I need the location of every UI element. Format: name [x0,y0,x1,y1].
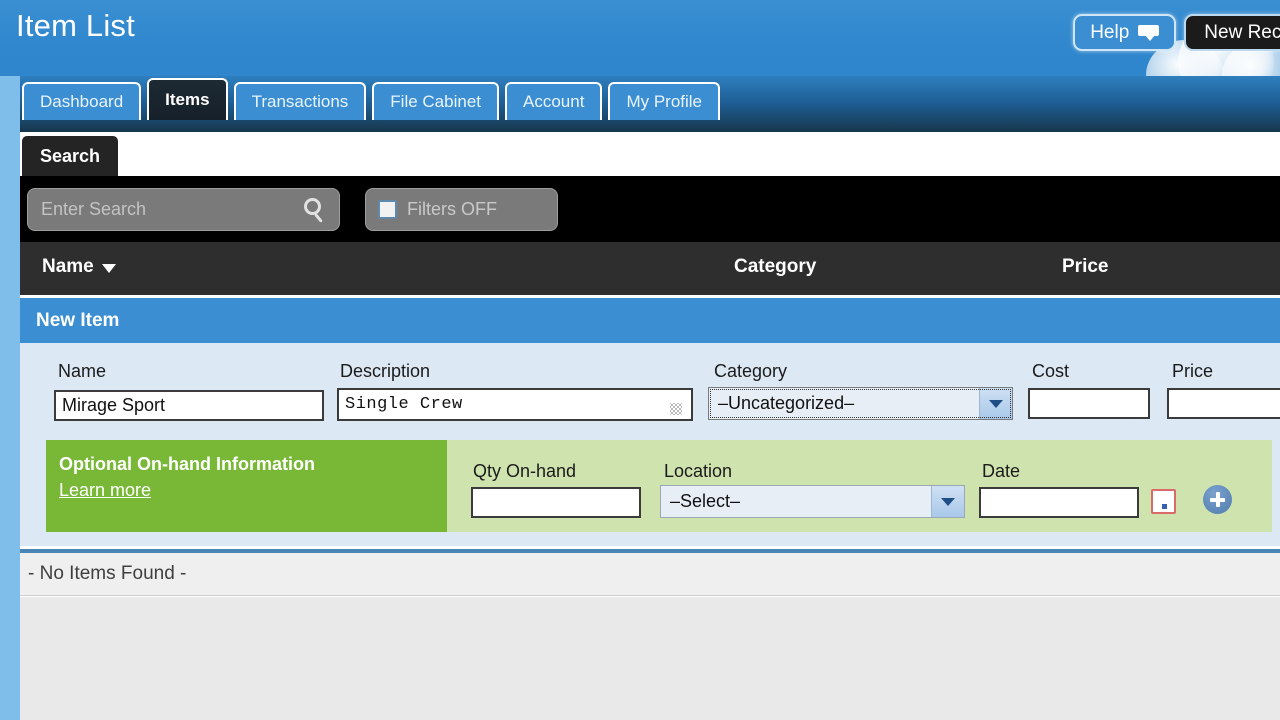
description-field-label: Description [340,361,431,381]
category-select[interactable]: –Uncategorized– [708,387,1013,420]
header-buttons: Help New Receipt [1073,14,1280,51]
tab-items[interactable]: Items [147,78,228,120]
tab-label: File Cabinet [390,92,481,111]
resize-grip-icon[interactable] [670,403,682,415]
column-header-category[interactable]: Category [734,256,816,278]
qty-on-hand-label: Qty On-hand [473,461,577,481]
no-items-message: - No Items Found - [20,553,1280,596]
tab-label: Dashboard [40,92,124,111]
name-input[interactable] [54,390,324,421]
app-header: Item List Help New Receipt [0,0,1280,76]
tab-label: My Profile [626,92,703,111]
page-title: Item List [16,8,135,43]
name-field-label: Name [58,361,107,381]
cost-field-label: Cost [1032,361,1070,381]
search-input[interactable] [28,188,283,230]
location-label: Location [664,461,733,481]
help-button-label: Help [1090,21,1130,43]
new-item-form: Name Description Category –Uncategorized… [20,343,1280,546]
plus-circle-icon[interactable] [1203,485,1232,514]
tab-label: Items [165,90,210,109]
new-receipt-label: New Receipt [1204,21,1280,43]
column-header-price[interactable]: Price [1062,256,1108,278]
search-input-wrapper[interactable] [27,187,340,231]
search-toolbar: Filters OFF [20,176,1280,242]
column-header-name-label: Name [42,256,94,277]
category-field-label: Category [714,361,788,381]
onhand-panel: Optional On-hand Information Learn more … [46,440,1272,532]
location-select[interactable]: –Select– [660,485,965,518]
tab-account[interactable]: Account [505,82,603,120]
chevron-down-icon[interactable] [979,388,1012,419]
tab-label: Account [523,92,585,111]
learn-more-link[interactable]: Learn more [59,480,151,501]
app-window: Item List Help New Receipt Dashboard Ite… [0,0,1280,720]
new-item-panel-header: New Item [20,298,1280,343]
chevron-down-icon[interactable] [931,486,964,517]
new-receipt-button[interactable]: New Receipt [1184,14,1280,51]
filters-checkbox[interactable] [378,199,397,219]
results-empty-area [20,597,1280,720]
onhand-info-block: Optional On-hand Information Learn more [46,440,447,532]
search-panel-tab-label: Search [40,145,101,166]
new-item-panel-title: New Item [36,309,120,331]
funnel-icon[interactable] [521,199,545,223]
cost-input[interactable] [1028,388,1150,419]
location-select-value: –Select– [670,491,741,511]
date-input[interactable] [979,487,1139,518]
filters-label: Filters OFF [407,198,497,219]
description-input[interactable] [337,388,693,421]
price-input[interactable] [1167,388,1280,419]
filters-toggle[interactable]: Filters OFF [365,187,558,231]
sort-descending-arrow-icon[interactable] [101,264,116,273]
magnifier-icon[interactable] [304,197,327,223]
category-select-value: –Uncategorized– [718,393,855,413]
help-button[interactable]: Help [1073,14,1177,51]
speech-bubble-icon [1138,25,1160,41]
calendar-icon[interactable] [1151,489,1176,514]
onhand-title: Optional On-hand Information [59,454,315,474]
tab-transactions[interactable]: Transactions [233,82,367,120]
tab-file-cabinet[interactable]: File Cabinet [372,82,499,120]
price-field-label: Price [1172,361,1214,381]
qty-on-hand-input[interactable] [471,487,641,518]
date-label: Date [982,461,1021,481]
tab-label: Transactions [251,92,349,111]
search-panel-tab[interactable]: Search [22,136,119,176]
main-tabs: Dashboard Items Transactions File Cabine… [22,78,721,120]
tab-my-profile[interactable]: My Profile [608,82,721,120]
tab-dashboard[interactable]: Dashboard [22,82,142,120]
list-column-headers: Name Category Price [20,242,1280,295]
column-header-name[interactable]: Name [42,256,116,278]
